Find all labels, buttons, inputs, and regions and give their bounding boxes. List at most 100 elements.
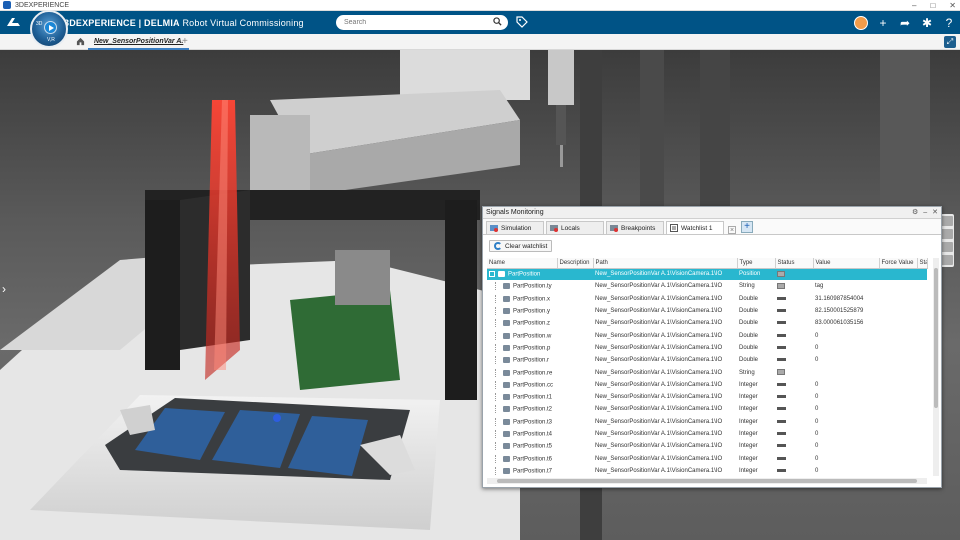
close-window-button[interactable]: ✕ [949, 0, 956, 11]
cell-status [775, 366, 813, 378]
tab-simulation[interactable]: Simulation [486, 221, 544, 234]
status-indicator [777, 395, 786, 399]
cell-force-value[interactable] [879, 440, 917, 452]
column-header[interactable]: Status [775, 258, 814, 269]
table-row[interactable]: PartPosition.t7 New_SensorPositionVar A.1… [487, 465, 927, 477]
search-icon[interactable] [493, 17, 502, 26]
user-avatar[interactable] [854, 15, 868, 30]
cell-sta [917, 317, 927, 329]
expand-toggle-icon[interactable] [489, 271, 495, 278]
table-row[interactable]: PartPosition.x New_SensorPositionVar A.1\… [487, 293, 927, 305]
table-row[interactable]: PartPosition.y New_SensorPositionVar A.1\… [487, 305, 927, 317]
cell-force-value[interactable] [879, 366, 917, 378]
cell-name: PartPosition.t6 [487, 452, 557, 464]
panel-title-bar[interactable]: Signals Monitoring ⚙ – ✕ [483, 207, 941, 219]
column-header[interactable]: Description [557, 258, 594, 269]
cell-status [775, 280, 813, 292]
cell-force-value[interactable] [879, 403, 917, 415]
maximize-button[interactable]: □ [930, 0, 935, 11]
cell-force-value[interactable] [879, 305, 917, 317]
share-icon[interactable]: ➦ [898, 16, 912, 30]
column-header[interactable]: Force Value [879, 258, 918, 269]
status-indicator [777, 358, 786, 362]
cell-force-value[interactable] [879, 354, 917, 366]
tab-document[interactable]: New_SensorPositionVar A. [88, 34, 190, 50]
cell-force-value[interactable] [879, 379, 917, 391]
settings-tool-icon[interactable] [941, 242, 953, 252]
table-row[interactable]: PartPosition.t4 New_SensorPositionVar A.1… [487, 428, 927, 440]
column-header[interactable]: Sta [917, 258, 928, 269]
table-row[interactable]: PartPosition.t2 New_SensorPositionVar A.1… [487, 403, 927, 415]
cell-status [775, 452, 813, 464]
minimize-button[interactable]: – [912, 0, 916, 11]
display-tool-icon[interactable] [941, 255, 953, 265]
table-row[interactable]: PartPosition.t3 New_SensorPositionVar A.1… [487, 416, 927, 428]
cell-path: New_SensorPositionVar A.1\VisionCamera.1… [595, 406, 723, 413]
cell-force-value[interactable] [879, 329, 917, 341]
add-watchlist-button[interactable]: + [741, 221, 753, 233]
add-tab-button[interactable]: + [182, 36, 188, 47]
cell-path: New_SensorPositionVar A.1\VisionCamera.1… [595, 320, 723, 327]
compass-widget[interactable]: 3D V,R [30, 10, 68, 48]
cell-force-value[interactable] [879, 293, 917, 305]
cell-description [557, 305, 593, 317]
column-header[interactable]: Value [813, 258, 880, 269]
column-header[interactable]: Type [737, 258, 776, 269]
table-row[interactable]: PartPosition.re New_SensorPositionVar A.1… [487, 366, 927, 378]
cell-force-value[interactable] [879, 452, 917, 464]
cell-status [775, 440, 813, 452]
tree-line [495, 405, 503, 414]
table-row[interactable]: PartPosition.ty New_SensorPositionVar A.1… [487, 280, 927, 292]
close-tab-icon[interactable]: × [728, 226, 736, 234]
vertical-scrollbar[interactable] [933, 258, 939, 476]
table-row[interactable]: PartPosition.t5 New_SensorPositionVar A.1… [487, 440, 927, 452]
cell-force-value[interactable] [879, 268, 917, 281]
cell-force-value[interactable] [879, 280, 917, 292]
chevron-left-icon[interactable]: › [2, 282, 6, 296]
status-indicator [777, 296, 786, 300]
clear-watchlist-button[interactable]: Clear watchlist [489, 240, 553, 252]
cell-force-value[interactable] [879, 317, 917, 329]
cell-force-value[interactable] [879, 342, 917, 354]
tree-line [495, 368, 503, 377]
table-row[interactable]: PartPosition.cc New_SensorPositionVar A.1… [487, 379, 927, 391]
table-row[interactable]: PartPosition New_SensorPositionVar A.1\Vi… [487, 268, 927, 281]
signal-name: PartPosition.t3 [513, 419, 553, 426]
cell-force-value[interactable] [879, 465, 917, 477]
table-row[interactable]: PartPosition.z New_SensorPositionVar A.1\… [487, 317, 927, 329]
cell-force-value[interactable] [879, 416, 917, 428]
tab-locals[interactable]: Locals [546, 221, 604, 234]
tab-watchlist-1[interactable]: Watchlist 1 [666, 221, 724, 234]
tree-line [495, 380, 503, 389]
cell-force-value[interactable] [879, 428, 917, 440]
minimize-panel-icon[interactable]: – [923, 207, 927, 219]
search-box[interactable] [336, 15, 508, 30]
table-row[interactable]: PartPosition.r New_SensorPositionVar A.1\… [487, 354, 927, 366]
search-input[interactable] [344, 19, 484, 26]
community-icon[interactable]: ✱ [920, 16, 934, 30]
table-row[interactable]: PartPosition.p New_SensorPositionVar A.1\… [487, 342, 927, 354]
table-row[interactable]: PartPosition.t6 New_SensorPositionVar A.1… [487, 452, 927, 464]
column-header[interactable]: Path [593, 258, 738, 269]
close-icon[interactable]: ✕ [932, 207, 938, 219]
camera-tool-icon[interactable] [941, 229, 953, 239]
view-tool-icon[interactable] [941, 216, 953, 226]
cell-force-value[interactable] [879, 391, 917, 403]
horizontal-scrollbar[interactable] [487, 478, 927, 484]
cell-description [557, 329, 593, 341]
column-header[interactable]: Name [487, 258, 558, 269]
table-row[interactable]: PartPosition.t1 New_SensorPositionVar A.1… [487, 391, 927, 403]
help-icon[interactable]: ? [942, 16, 956, 30]
play-icon[interactable] [44, 21, 57, 34]
cell-status [775, 317, 813, 329]
scroll-thumb[interactable] [934, 268, 938, 408]
home-icon[interactable] [76, 37, 85, 46]
gear-icon[interactable]: ⚙ [912, 207, 918, 219]
cell-description [557, 366, 593, 378]
scroll-thumb[interactable] [497, 479, 917, 483]
table-row[interactable]: PartPosition.w New_SensorPositionVar A.1\… [487, 329, 927, 341]
add-icon[interactable]: + [876, 16, 890, 30]
tag-icon[interactable] [516, 16, 528, 28]
fullscreen-icon[interactable]: ⤢ [944, 36, 956, 48]
tab-breakpoints[interactable]: Breakpoints [606, 221, 664, 234]
